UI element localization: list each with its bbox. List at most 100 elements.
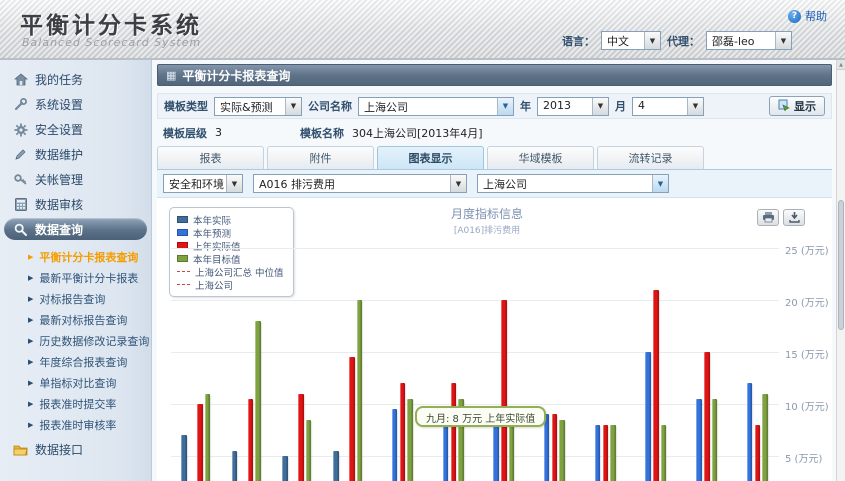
chart-title: 月度指标信息 — [347, 205, 627, 222]
bar-本年目标值-七月[interactable] — [509, 425, 515, 481]
sidebar-item-data-interface[interactable]: 数据接口 — [0, 437, 151, 462]
vertical-scrollbar[interactable]: ▲ — [836, 60, 845, 481]
bar-本年预测-十一月[interactable] — [696, 399, 702, 481]
month-select[interactable]: 4 ▼ — [632, 97, 704, 116]
bar-上年实际值-十一月[interactable] — [704, 352, 710, 481]
legend-label: 本年实际 — [193, 213, 231, 227]
legend-item: 本年目标值 — [177, 252, 284, 265]
tab-报表[interactable]: 报表 — [157, 146, 264, 169]
bar-本年预测-九月[interactable] — [595, 425, 601, 481]
tab-图表显示[interactable]: 图表显示 — [377, 146, 484, 169]
bar-上年实际值-七月[interactable] — [501, 300, 507, 481]
bar-上年实际值-二月[interactable] — [248, 399, 254, 481]
bar-本年实际-四月[interactable] — [333, 451, 339, 481]
chevron-down-icon[interactable]: ▼ — [775, 32, 791, 49]
chart-company-select[interactable]: 上海公司 ▼ — [477, 174, 669, 193]
sidebar-item[interactable]: 安全设置 — [0, 117, 151, 142]
bar-本年目标值-十一月[interactable] — [712, 399, 718, 481]
print-button[interactable] — [757, 209, 779, 226]
bar-本年预测-七月[interactable] — [493, 425, 499, 481]
bar-本年实际-二月[interactable] — [232, 451, 238, 481]
scroll-up-arrow-icon[interactable]: ▲ — [837, 60, 845, 70]
export-button[interactable] — [783, 209, 805, 226]
sidebar-subitem[interactable]: ▶对标报告查询 — [0, 288, 151, 309]
monthly-indicator-chart: 月度指标信息 [A016]排污费用 本年实际本年预测上年实际值本年目标值上海公司… — [157, 198, 832, 481]
chevron-down-icon[interactable]: ▼ — [497, 98, 513, 115]
bar-本年实际-一月[interactable] — [181, 435, 187, 481]
triangle-bullet-icon: ▶ — [28, 337, 33, 345]
category-select[interactable]: 安全和环境 ▼ — [163, 174, 243, 193]
tab-附件[interactable]: 附件 — [267, 146, 374, 169]
chevron-down-icon[interactable]: ▼ — [226, 175, 242, 192]
bar-上年实际值-九月[interactable] — [603, 425, 609, 481]
bar-本年预测-五月[interactable] — [392, 409, 398, 481]
sidebar-subitem-label: 报表准时提交率 — [39, 396, 116, 412]
tab-流转记录[interactable]: 流转记录 — [597, 146, 704, 169]
template-type-select[interactable]: 实际&预测 ▼ — [214, 97, 302, 116]
bar-本年预测-十月[interactable] — [645, 352, 651, 481]
y-axis-tick-label: 5 (万元) — [785, 450, 832, 465]
sidebar-item[interactable]: 系统设置 — [0, 92, 151, 117]
bar-本年目标值-八月[interactable] — [559, 420, 565, 481]
sidebar-subitem-label: 对标报告查询 — [39, 291, 105, 307]
bar-本年目标值-十二月[interactable] — [762, 394, 768, 481]
show-button[interactable]: 显示 — [769, 96, 825, 116]
sidebar-subitem[interactable]: ▶年度综合报表查询 — [0, 351, 151, 372]
sidebar-item[interactable]: 关帐管理 — [0, 167, 151, 192]
sidebar-subitem[interactable]: ▶报表准时提交率 — [0, 393, 151, 414]
year-label: 年 — [520, 98, 531, 114]
bar-本年预测-八月[interactable] — [544, 414, 550, 481]
bar-上年实际值-十月[interactable] — [653, 290, 659, 481]
bar-上年实际值-四月[interactable] — [349, 357, 355, 481]
bar-本年目标值-四月[interactable] — [357, 300, 363, 481]
chart-subtitle: [A016]排污费用 — [347, 223, 627, 236]
bar-本年目标值-十月[interactable] — [661, 425, 667, 481]
triangle-bullet-icon: ▶ — [28, 253, 33, 261]
sidebar-subitem[interactable]: ▶报表准时审核率 — [0, 414, 151, 435]
legend-swatch — [177, 255, 188, 262]
chevron-down-icon[interactable]: ▼ — [687, 98, 703, 115]
bar-本年目标值-三月[interactable] — [306, 420, 312, 481]
bar-本年目标值-一月[interactable] — [205, 394, 211, 481]
sidebar: 我的任务系统设置安全设置数据维护关帐管理数据审核数据查询 ▶平衡计分卡报表查询▶… — [0, 60, 152, 481]
bar-本年预测-六月[interactable] — [443, 425, 449, 481]
bar-上年实际值-六月[interactable] — [451, 383, 457, 481]
company-select[interactable]: 上海公司 ▼ — [358, 97, 514, 116]
bar-本年目标值-九月[interactable] — [610, 425, 616, 481]
sidebar-subitem[interactable]: ▶单指标对比查询 — [0, 372, 151, 393]
chevron-down-icon[interactable]: ▼ — [450, 175, 466, 192]
bar-本年目标值-五月[interactable] — [407, 399, 413, 481]
sidebar-subitem[interactable]: ▶最新对标报告查询 — [0, 309, 151, 330]
chevron-down-icon[interactable]: ▼ — [592, 98, 608, 115]
sidebar-item[interactable]: 数据维护 — [0, 142, 151, 167]
bar-上年实际值-一月[interactable] — [197, 404, 203, 481]
indicator-select[interactable]: A016 排污费用 ▼ — [253, 174, 467, 193]
bar-上年实际值-八月[interactable] — [552, 414, 558, 481]
y-axis-tick-label: 15 (万元) — [785, 346, 832, 361]
chevron-down-icon[interactable]: ▼ — [644, 32, 660, 49]
tab-华域模板[interactable]: 华域模板 — [487, 146, 594, 169]
chevron-down-icon[interactable]: ▼ — [285, 98, 301, 115]
year-select[interactable]: 2013 ▼ — [537, 97, 609, 116]
help-button[interactable]: ? 帮助 — [788, 8, 827, 24]
sidebar-subitem[interactable]: ▶平衡计分卡报表查询 — [0, 246, 151, 267]
chevron-down-icon[interactable]: ▼ — [652, 175, 668, 192]
template-level-value: 3 — [215, 126, 222, 139]
sidebar-item[interactable]: 我的任务 — [0, 67, 151, 92]
agent-select[interactable]: 邵磊-leo ▼ — [706, 31, 792, 50]
sidebar-item[interactable]: 数据查询 — [4, 218, 147, 240]
sidebar-subitem-label: 历史数据修改记录查询 — [39, 333, 149, 349]
bar-上年实际值-十二月[interactable] — [755, 425, 761, 481]
bar-本年目标值-二月[interactable] — [255, 321, 261, 481]
bar-上年实际值-五月[interactable] — [400, 383, 406, 481]
sidebar-subitem[interactable]: ▶ 历史数据修改记录查询 — [0, 330, 151, 351]
language-select[interactable]: 中文 ▼ — [601, 31, 661, 50]
sidebar-item[interactable]: 数据审核 — [0, 192, 151, 217]
bar-上年实际值-三月[interactable] — [298, 394, 304, 481]
bar-本年实际-三月[interactable] — [282, 456, 288, 481]
bar-本年预测-十二月[interactable] — [747, 383, 753, 481]
scrollbar-thumb[interactable] — [838, 200, 844, 330]
sidebar-subitem[interactable]: ▶最新平衡计分卡报表 — [0, 267, 151, 288]
search-icon — [13, 222, 28, 237]
top-banner: 平衡计分卡系统 Balanced Scorecard System ? 帮助 语… — [0, 0, 845, 60]
